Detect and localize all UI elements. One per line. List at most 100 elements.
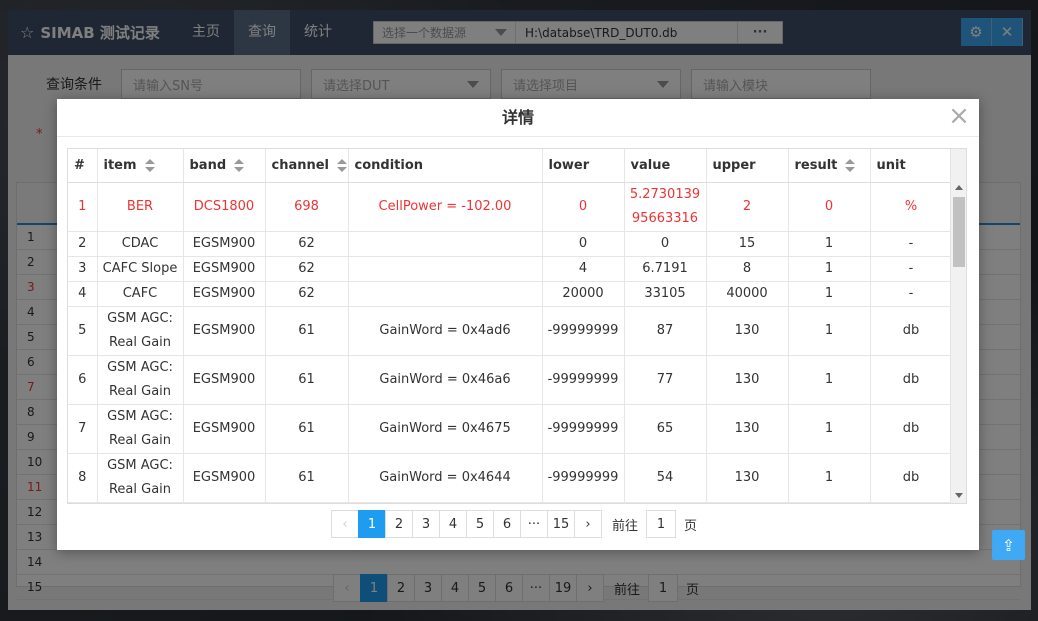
cell-condition: CellPower = -102.00: [348, 182, 543, 232]
cell-condition: GainWord = 0x4644: [348, 453, 543, 503]
cell-lower: 0: [542, 231, 625, 257]
cell-index: 8: [68, 453, 98, 503]
column-header-band[interactable]: band: [183, 149, 266, 183]
scroll-up-icon[interactable]: [955, 185, 963, 190]
cell-unit: %: [870, 182, 953, 232]
cell-item: GSM AGC: Real Gain: [97, 404, 184, 454]
page-button[interactable]: 3: [412, 510, 440, 538]
cell-result: 1: [788, 231, 871, 257]
cell-index: 7: [68, 404, 98, 454]
column-header-lower: lower: [542, 149, 625, 183]
cell-value: 54: [624, 453, 707, 503]
cell-band: EGSM900: [183, 281, 266, 307]
prev-page-button[interactable]: ‹: [331, 510, 359, 538]
cell-channel: 62: [265, 281, 349, 307]
column-header-index: #: [68, 149, 98, 183]
page-button[interactable]: 1: [358, 510, 386, 538]
cell-index: 4: [68, 281, 98, 307]
page-button[interactable]: 4: [439, 510, 467, 538]
column-header-label: item: [103, 157, 137, 173]
cell-result: 1: [788, 453, 871, 503]
vertical-scrollbar[interactable]: [950, 149, 966, 503]
cell-value: 65: [624, 404, 707, 454]
scroll-down-icon[interactable]: [955, 493, 963, 498]
cell-upper: 130: [706, 306, 789, 356]
cell-band: EGSM900: [183, 256, 266, 282]
sort-icon[interactable]: [234, 158, 245, 172]
cell-channel: 698: [265, 182, 349, 232]
cell-unit: -: [870, 256, 953, 282]
column-header-label: value: [630, 157, 671, 173]
column-header-label: #: [74, 157, 85, 173]
detail-table-body: 1 BER DCS1800 698 CellPower = -102.00 0 5.2730…: [68, 182, 953, 503]
cell-lower: 0: [542, 182, 625, 232]
table-row[interactable]: 4 CAFC EGSM900 62 20000 33105 40000 1-: [68, 281, 953, 307]
close-icon[interactable]: ×: [947, 101, 971, 131]
cell-upper: 2: [706, 182, 789, 232]
sort-icon[interactable]: [337, 158, 348, 172]
column-header-item[interactable]: item: [97, 149, 184, 183]
cell-result: 1: [788, 355, 871, 405]
sort-icon[interactable]: [845, 158, 856, 172]
cell-condition: [348, 256, 543, 282]
cell-result: 1: [788, 281, 871, 307]
cell-channel: 61: [265, 404, 349, 454]
cell-result: 1: [788, 404, 871, 454]
goto-prefix: 前往: [612, 518, 639, 534]
column-header-condition: condition: [348, 149, 543, 183]
export-icon[interactable]: ⇪: [992, 530, 1025, 560]
cell-unit: db: [870, 404, 953, 454]
cell-lower: -99999999: [542, 306, 625, 356]
column-header-label: upper: [712, 157, 756, 173]
column-header-label: band: [189, 157, 227, 173]
cell-channel: 61: [265, 306, 349, 356]
cell-unit: db: [870, 453, 953, 503]
cell-band: EGSM900: [183, 453, 266, 503]
dialog-title: 详情: [57, 99, 979, 137]
table-row[interactable]: 3 CAFC Slope EGSM900 62 4 6.7191 8 1-: [68, 256, 953, 282]
cell-upper: 130: [706, 404, 789, 454]
cell-value: 33105: [624, 281, 707, 307]
page-button[interactable]: 6: [493, 510, 521, 538]
column-header-label: unit: [876, 157, 906, 173]
column-header-label: lower: [548, 157, 590, 173]
cell-item: CAFC Slope: [97, 256, 184, 282]
page-button[interactable]: 15: [547, 510, 575, 538]
goto-page-input[interactable]: 1: [646, 510, 677, 538]
next-page-button[interactable]: ›: [574, 510, 602, 538]
page-button[interactable]: 2: [385, 510, 413, 538]
cell-lower: -99999999: [542, 355, 625, 405]
cell-result: 0: [788, 182, 871, 232]
table-row[interactable]: 1 BER DCS1800 698 CellPower = -102.00 0 5.2730…: [68, 182, 953, 232]
detail-table: # item band channel condition lower value upper…: [68, 149, 953, 503]
column-header-result[interactable]: result: [788, 149, 871, 183]
sort-icon[interactable]: [144, 158, 155, 172]
cell-upper: 130: [706, 453, 789, 503]
table-row[interactable]: 8 GSM AGC: Real Gain EGSM900 61 GainWord = 0…: [68, 453, 953, 503]
scrollbar-thumb[interactable]: [953, 197, 965, 267]
table-row[interactable]: 2 CDAC EGSM900 62 0 0 15 1-: [68, 231, 953, 257]
table-row[interactable]: 7 GSM AGC: Real Gain EGSM900 61 GainWord = 0…: [68, 404, 953, 454]
cell-value: 87: [624, 306, 707, 356]
column-header-channel[interactable]: channel: [265, 149, 349, 183]
cell-unit: -: [870, 231, 953, 257]
goto-suffix: 页: [684, 518, 698, 534]
column-header-unit: unit: [870, 149, 953, 183]
cell-condition: GainWord = 0x4ad6: [348, 306, 543, 356]
page-button[interactable]: 5: [466, 510, 494, 538]
cell-item: GSM AGC: Real Gain: [97, 306, 184, 356]
cell-unit: db: [870, 306, 953, 356]
cell-band: DCS1800: [183, 182, 266, 232]
cell-index: 2: [68, 231, 98, 257]
table-row[interactable]: 5 GSM AGC: Real Gain EGSM900 61 GainWord = 0…: [68, 306, 953, 356]
cell-index: 6: [68, 355, 98, 405]
cell-band: EGSM900: [183, 306, 266, 356]
more-pages-button[interactable]: ···: [520, 510, 548, 538]
table-row[interactable]: 6 GSM AGC: Real Gain EGSM900 61 GainWord = 0…: [68, 355, 953, 405]
cell-upper: 15: [706, 231, 789, 257]
cell-channel: 61: [265, 453, 349, 503]
cell-item: CAFC: [97, 281, 184, 307]
cell-item: BER: [97, 182, 184, 232]
column-header-value: value: [624, 149, 707, 183]
cell-item: CDAC: [97, 231, 184, 257]
